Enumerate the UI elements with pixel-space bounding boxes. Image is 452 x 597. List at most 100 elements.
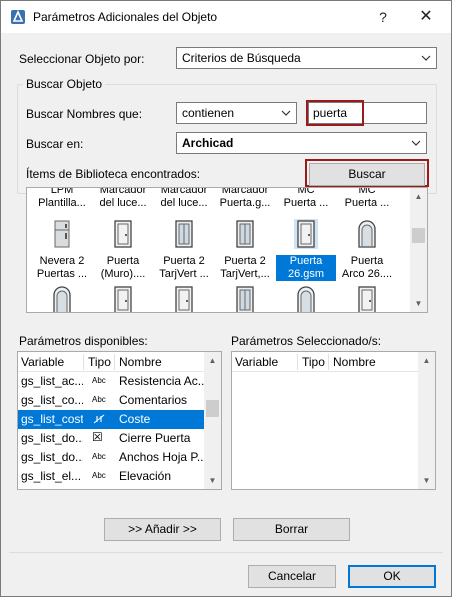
param-variable: gs_list_do...	[21, 431, 83, 445]
header-variable[interactable]: Variable	[21, 355, 64, 369]
select-by-combo[interactable]: Criterios de Búsqueda	[176, 47, 437, 69]
scroll-down-icon[interactable]: ▼	[204, 472, 221, 489]
door-icon	[114, 286, 132, 312]
param-variable: gs_list_co...	[21, 393, 83, 407]
header-nombre[interactable]: Nombre	[333, 355, 376, 369]
library-item[interactable]	[154, 285, 214, 312]
found-items-label: Ítems de Biblioteca encontrados:	[26, 167, 201, 181]
library-item[interactable]: Marcador del luce...	[154, 187, 214, 210]
library-item[interactable]	[215, 285, 275, 312]
library-item-name: Marcador	[99, 187, 147, 196]
param-row[interactable]: gs_list_ac... Abc Resistencia Ac...	[18, 372, 206, 391]
glass-door-icon	[236, 286, 254, 312]
scroll-up-icon[interactable]: ▲	[410, 188, 427, 205]
library-item[interactable]: Puerta Arco 26....	[337, 219, 397, 281]
header-tipo[interactable]: Tipo	[302, 355, 325, 369]
param-variable: gs_list_do...	[21, 450, 83, 464]
library-item[interactable]	[276, 285, 336, 312]
scroll-down-icon[interactable]: ▼	[418, 472, 435, 489]
glass-door-icon	[236, 220, 254, 248]
param-name: Coste	[119, 412, 151, 426]
param-type-icon: Abc	[92, 376, 106, 385]
library-item[interactable]: Marcador Puerta.g...	[215, 188, 275, 210]
remove-button[interactable]: Borrar	[233, 518, 350, 541]
param-row[interactable]: gs_list_el... Abc Elevación	[18, 467, 206, 486]
library-item[interactable]: Puerta 2 TarjVert,...	[215, 219, 275, 281]
param-row[interactable]: gs_list_cost Coste	[18, 410, 206, 429]
library-item[interactable]: Puerta 2 TarjVert ...	[154, 219, 214, 281]
search-button[interactable]: Buscar	[309, 163, 425, 186]
search-text-highlight	[306, 100, 364, 126]
library-item-name: Marcador	[160, 187, 208, 196]
scroll-up-icon[interactable]: ▲	[418, 352, 435, 369]
door-icon	[294, 219, 318, 249]
cancel-button[interactable]: Cancelar	[248, 565, 336, 588]
library-item[interactable]: LPM Plantilla...	[32, 187, 92, 210]
search-group-title: Buscar Objeto	[23, 77, 106, 91]
available-params-list: Variable Tipo Nombre gs_list_ac... Abc Res…	[17, 351, 222, 490]
arch-door-icon	[358, 220, 376, 248]
library-item[interactable]: MC Puerta ...	[276, 187, 336, 210]
library-item-name-cont: Arco 26....	[341, 268, 393, 280]
param-variable: gs_list_cost	[21, 412, 83, 426]
library-item[interactable]: Puerta (Muro)....	[93, 219, 153, 281]
param-row[interactable]: gs_list_do... ☒ Cierre Puerta	[18, 429, 206, 448]
search-in-combo[interactable]: Archicad	[176, 132, 427, 154]
scroll-up-icon[interactable]: ▲	[204, 352, 221, 369]
param-type-icon: Abc	[92, 471, 106, 480]
library-item-name-cont: Plantilla...	[38, 197, 86, 209]
header-variable[interactable]: Variable	[235, 355, 278, 369]
library-item[interactable]	[32, 285, 92, 312]
selected-params-scrollbar[interactable]: ▲ ▼	[418, 352, 435, 489]
scroll-thumb[interactable]	[412, 228, 425, 243]
fridge-icon	[54, 220, 70, 248]
library-item[interactable]: MC Puerta ...	[337, 187, 397, 210]
archicad-icon	[11, 10, 25, 24]
selected-params-list: Variable Tipo Nombre ▲ ▼	[231, 351, 436, 490]
param-row[interactable]: gs_list_co... Abc Comentarios	[18, 391, 206, 410]
selected-params-header: Variable Tipo Nombre	[232, 352, 435, 372]
library-item-name-cont: Puerta ...	[344, 197, 390, 209]
library-item-name: LPM	[50, 187, 74, 196]
add-button[interactable]: >> Añadir >>	[104, 518, 221, 541]
header-nombre[interactable]: Nombre	[119, 355, 162, 369]
library-item-name: Puerta	[276, 255, 336, 268]
header-tipo[interactable]: Tipo	[88, 355, 111, 369]
library-item[interactable]	[93, 285, 153, 312]
help-button[interactable]: ?	[373, 7, 393, 27]
param-name: Elevación	[119, 469, 172, 483]
param-name: Cierre Puerta	[119, 431, 191, 445]
glass-door-icon	[175, 220, 193, 248]
search-in-label: Buscar en:	[26, 137, 84, 151]
param-variable: gs_list_ac...	[21, 374, 83, 388]
library-items-area: LPM Plantilla... Marcador del luce... Marcad…	[27, 188, 410, 312]
available-params-scrollbar[interactable]: ▲ ▼	[204, 352, 221, 489]
library-item-name: Puerta	[106, 255, 140, 267]
ok-button[interactable]: OK	[348, 565, 436, 588]
library-item[interactable]: Marcador del luce...	[93, 187, 153, 210]
dialog-window: Parámetros Adicionales del Objeto ? ✕ Se…	[0, 0, 452, 597]
library-item[interactable]: Puerta 26.gsm	[276, 219, 336, 281]
library-item[interactable]: Nevera 2 Puertas ...	[32, 219, 92, 281]
param-name: Anchos Hoja P...	[119, 450, 205, 464]
close-button[interactable]: ✕	[415, 7, 437, 27]
chevron-down-icon	[411, 140, 421, 146]
library-item-name: Puerta 2	[163, 255, 205, 267]
select-by-label: Seleccionar Objeto por:	[19, 52, 145, 66]
available-params-title: Parámetros disponibles:	[19, 334, 148, 348]
library-item-name: MC	[358, 187, 376, 196]
library-item-name-cont: TarjVert ...	[159, 268, 209, 280]
chevron-down-icon	[281, 110, 291, 116]
library-item-name-cont: del luce...	[160, 197, 208, 209]
library-item-name-cont: Puerta ...	[283, 197, 329, 209]
divider	[9, 552, 443, 553]
scroll-down-icon[interactable]: ▼	[410, 295, 427, 312]
param-type-icon: ☒	[92, 430, 103, 444]
library-scrollbar[interactable]: ▲ ▼	[410, 188, 427, 312]
chevron-down-icon	[421, 55, 431, 61]
param-row[interactable]: gs_list_do... Abc Anchos Hoja P...	[18, 448, 206, 467]
library-item[interactable]	[337, 285, 397, 312]
search-operator-combo[interactable]: contienen	[176, 102, 297, 124]
scroll-thumb[interactable]	[206, 400, 219, 417]
library-item-name: MC	[297, 187, 315, 196]
